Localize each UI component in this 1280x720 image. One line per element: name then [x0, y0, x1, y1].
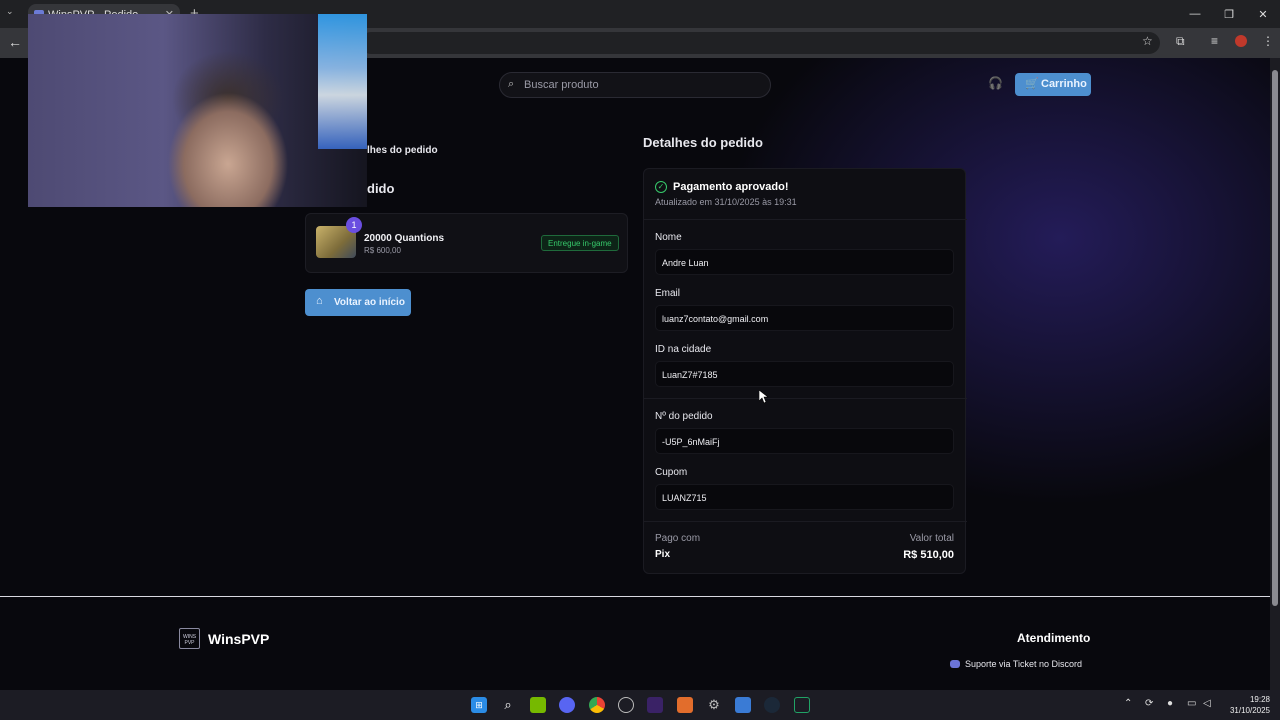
support-title: Atendimento: [1017, 631, 1091, 645]
check-circle-icon: ✓: [655, 181, 667, 193]
headset-icon[interactable]: 🎧: [988, 76, 1003, 90]
tray-chevron-icon[interactable]: ⌃: [1124, 698, 1132, 709]
payment-method-label: Pago com: [655, 533, 701, 544]
chrome-app-icon[interactable]: [589, 697, 605, 713]
payment-status-title: Pagamento aprovado!: [673, 181, 789, 193]
coupon-label: Cupom: [655, 467, 688, 478]
app-launcher-icon[interactable]: [677, 697, 693, 713]
browser-menu-icon[interactable]: ⋮: [1262, 34, 1274, 48]
taskbar-search-icon[interactable]: ⌕: [500, 697, 516, 713]
system-clock[interactable]: 19:28 31/10/2025: [1222, 694, 1270, 716]
tab-search-icon[interactable]: ⌄: [6, 6, 14, 17]
restore-icon[interactable]: ❐: [1212, 0, 1246, 28]
windows-taskbar: ⊞ ⌕ ⚙ ⌃ ⟳ ● ▭ ◁ 19:28 31/10/2025: [0, 690, 1280, 720]
order-item-card: 1 20000 Quantions R$ 600,00 Entregue in-…: [305, 213, 628, 273]
volume-icon[interactable]: ◁: [1203, 698, 1211, 709]
order-section-title: dido: [367, 181, 395, 196]
page-scrollbar[interactable]: [1270, 58, 1280, 690]
cart-button[interactable]: 🛒 Carrinho: [1015, 73, 1091, 96]
total-label: Valor total: [909, 533, 954, 544]
nvidia-app-icon[interactable]: [530, 697, 546, 713]
divider: [644, 521, 967, 522]
footer-divider: [0, 596, 1270, 597]
extensions-icon[interactable]: ⧉: [1176, 34, 1185, 49]
delivery-status-badge: Entregue in-game: [541, 235, 619, 251]
back-home-button[interactable]: ⌂ Voltar ao início: [305, 289, 411, 316]
brand-logo[interactable]: WINS PVP: [179, 628, 200, 649]
obs-app-icon[interactable]: [618, 697, 634, 713]
order-number-field: -U5P_6nMaiFj: [655, 428, 954, 454]
search-placeholder: Buscar produto: [524, 79, 599, 91]
cart-icon: 🛒: [1025, 78, 1039, 90]
payment-updated-at: Atualizado em 31/10/2025 às 19:31: [655, 197, 797, 207]
window-controls: — ❐ ✕: [1178, 0, 1280, 28]
back-arrow-icon[interactable]: ←: [8, 34, 22, 50]
webcam-overlay: [28, 14, 367, 207]
mouse-cursor-icon: [759, 390, 769, 404]
next-app-icon[interactable]: [647, 697, 663, 713]
order-details-panel: ✓ Pagamento aprovado! Atualizado em 31/1…: [643, 168, 967, 574]
search-icon: ⌕: [508, 78, 515, 90]
settings-gear-icon[interactable]: ⚙: [706, 697, 722, 713]
payment-method-value: Pix: [655, 549, 671, 560]
order-details-title: Detalhes do pedido: [643, 135, 763, 150]
brand-name[interactable]: WinsPVP: [208, 631, 269, 647]
city-id-label: ID na cidade: [655, 344, 712, 355]
profile-avatar[interactable]: [1235, 35, 1247, 47]
divider: [644, 398, 967, 399]
back-home-label: Voltar ao início: [334, 297, 405, 308]
order-number-label: Nº do pedido: [655, 411, 713, 422]
name-label: Nome: [655, 232, 682, 243]
discord-support-link[interactable]: Suporte via Ticket no Discord: [950, 659, 1082, 669]
search-input[interactable]: ⌕ Buscar produto: [499, 72, 771, 98]
clock-date: 31/10/2025: [1229, 706, 1270, 715]
product-name: 20000 Quantions: [364, 233, 445, 244]
city-id-field: LuanZ7#7185: [655, 361, 954, 387]
photos-app-icon[interactable]: [735, 697, 751, 713]
steam-app-icon[interactable]: [764, 697, 780, 713]
quantity-badge: 1: [346, 217, 362, 233]
email-label: Email: [655, 288, 681, 299]
minimize-icon[interactable]: —: [1178, 0, 1212, 28]
breadcrumb: lhes do pedido: [367, 145, 438, 156]
home-icon: ⌂: [316, 295, 323, 307]
bookmark-star-icon[interactable]: ☆: [1142, 34, 1153, 48]
excel-app-icon[interactable]: [794, 697, 810, 713]
discord-icon: [950, 660, 960, 668]
name-field: Andre Luan: [655, 249, 954, 275]
cart-label: Carrinho: [1041, 78, 1087, 90]
total-value: R$ 510,00: [903, 549, 954, 561]
close-window-icon[interactable]: ✕: [1246, 0, 1280, 28]
email-field: luanz7contato@gmail.com: [655, 305, 954, 331]
microphone-icon[interactable]: ●: [1167, 698, 1173, 709]
network-icon[interactable]: ▭: [1187, 698, 1196, 709]
background-neon-light: [318, 14, 367, 149]
sync-icon[interactable]: ⟳: [1145, 698, 1153, 709]
scrollbar-thumb[interactable]: [1272, 70, 1278, 606]
discord-support-label: Suporte via Ticket no Discord: [965, 659, 1083, 669]
clock-time: 19:28: [1249, 695, 1270, 704]
divider: [644, 219, 967, 220]
media-control-icon[interactable]: ≡: [1211, 34, 1218, 48]
discord-app-icon[interactable]: [559, 697, 575, 713]
windows-start-icon[interactable]: ⊞: [471, 697, 487, 713]
address-bar[interactable]: [360, 32, 1160, 54]
coupon-field: LUANZ715: [655, 484, 954, 510]
product-price: R$ 600,00: [364, 246, 401, 255]
